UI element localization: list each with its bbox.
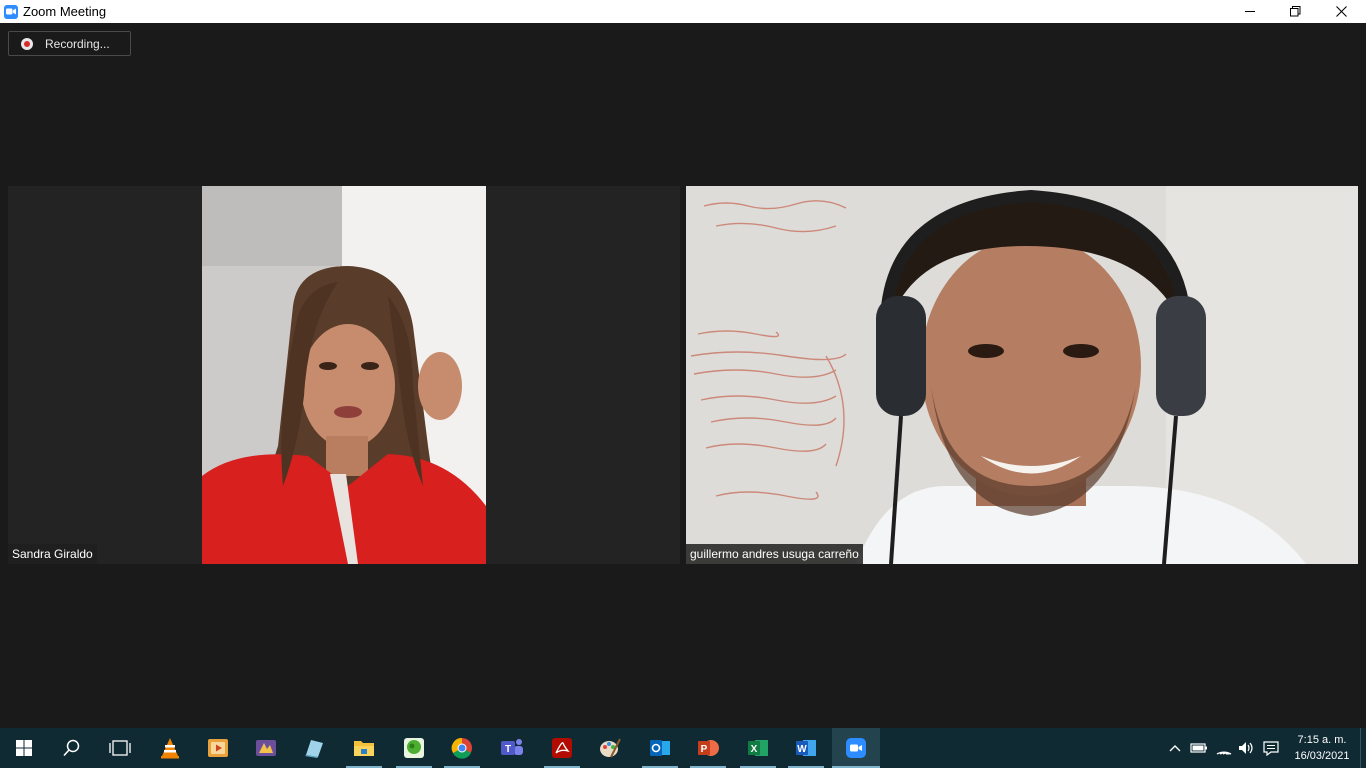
taskbar-app-teams[interactable]: T [488,728,536,768]
word-icon: W [796,740,816,756]
taskbar-app-generic[interactable] [242,728,290,768]
restore-button[interactable] [1272,0,1318,23]
taskbar-app-green[interactable] [390,728,438,768]
taskbar: T P X W 7:15 a. m. 16/03/2021 [0,728,1366,768]
action-center-button[interactable] [1260,728,1282,768]
file-explorer-icon [354,741,374,756]
teams-icon: T [501,739,523,755]
battery-button[interactable] [1188,728,1210,768]
vlc-icon [161,738,179,759]
show-hidden-icons-button[interactable] [1166,728,1184,768]
minimize-icon [1244,11,1255,12]
taskbar-app-excel[interactable]: X [734,728,782,768]
participant-2-video [686,186,1358,564]
chrome-icon [451,737,472,759]
show-desktop-button[interactable] [1360,728,1366,768]
taskbar-clock[interactable]: 7:15 a. m. 16/03/2021 [1288,732,1356,764]
window-titlebar: Zoom Meeting [0,0,1366,23]
zoom-camera-icon [4,4,18,19]
search-icon [63,739,80,757]
green-app-icon [404,738,424,758]
taskbar-app-chrome[interactable] [438,728,486,768]
recording-label: Recording... [45,36,110,51]
excel-icon: X [748,740,768,756]
paint-icon [600,738,621,758]
search-button[interactable] [48,728,96,768]
minimize-button[interactable] [1227,0,1273,23]
record-dot-icon [21,37,33,50]
acrobat-icon [552,738,572,758]
notes-icon [305,740,323,758]
task-view-icon [109,740,131,756]
taskbar-app-file-explorer[interactable] [340,728,388,768]
app-icon [256,740,276,756]
zoom-icon [846,738,866,758]
restore-icon [1289,6,1300,17]
svg-text:X: X [751,744,758,755]
svg-text:T: T [505,744,511,755]
taskbar-app-zoom[interactable] [832,728,880,768]
wifi-button[interactable] [1213,728,1235,768]
powerpoint-icon: P [698,740,719,756]
volume-button[interactable] [1236,728,1258,768]
participant-1-video [8,186,680,564]
svg-text:P: P [701,744,708,755]
chevron-up-icon [1169,745,1181,752]
notification-icon [1263,740,1279,756]
close-button[interactable] [1318,0,1364,23]
clock-date: 16/03/2021 [1294,750,1350,762]
video-tile-participant-1[interactable]: Sandra Giraldo [8,186,680,564]
wifi-icon [1216,751,1232,755]
windows-start-button[interactable] [0,728,48,768]
taskbar-app-paint[interactable] [586,728,634,768]
outlook-icon [650,740,670,756]
close-icon [1335,6,1347,17]
clock-time: 7:15 a. m. [1297,734,1347,746]
task-view-button[interactable] [96,728,144,768]
taskbar-app-word[interactable]: W [782,728,830,768]
participant-name-tag: Sandra Giraldo [8,544,97,564]
volume-icon [1239,742,1253,754]
window-title: Zoom Meeting [23,4,107,19]
recording-indicator[interactable]: Recording... [8,31,131,56]
participant-name-tag: guillermo andres usuga carreño [686,544,863,564]
taskbar-app-vlc[interactable] [146,728,194,768]
taskbar-app-notes[interactable] [290,728,338,768]
taskbar-app-acrobat[interactable] [538,728,586,768]
video-tile-participant-2[interactable]: guillermo andres usuga carreño [686,186,1358,564]
taskbar-app-media-player[interactable] [194,728,242,768]
taskbar-app-outlook[interactable] [636,728,684,768]
taskbar-app-powerpoint[interactable]: P [684,728,732,768]
battery-icon [1190,743,1207,753]
svg-text:W: W [797,744,807,755]
windows-start-icon [16,740,32,756]
media-player-icon [208,739,228,757]
